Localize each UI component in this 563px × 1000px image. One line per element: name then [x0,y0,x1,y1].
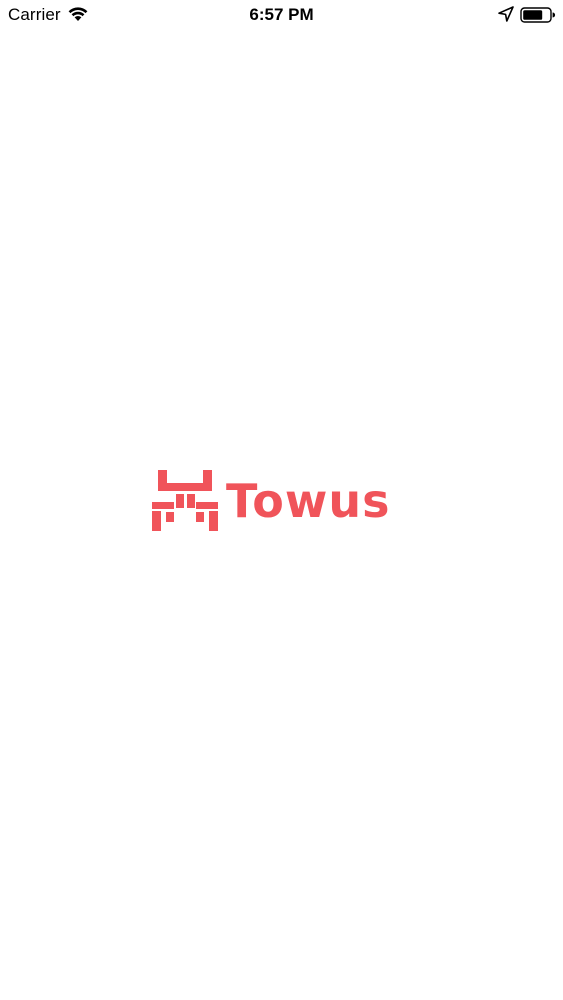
status-time: 6:57 PM [249,5,314,24]
logo-mark-icon [152,470,218,531]
brand-logo: Towus [152,468,414,534]
status-bar: Carrier 6:57 PM [0,0,563,30]
brand-wordmark: Towus [226,474,391,528]
splash-screen: Carrier 6:57 PM Towus [0,0,563,1000]
location-arrow-icon [498,6,514,22]
battery-icon [520,7,556,23]
